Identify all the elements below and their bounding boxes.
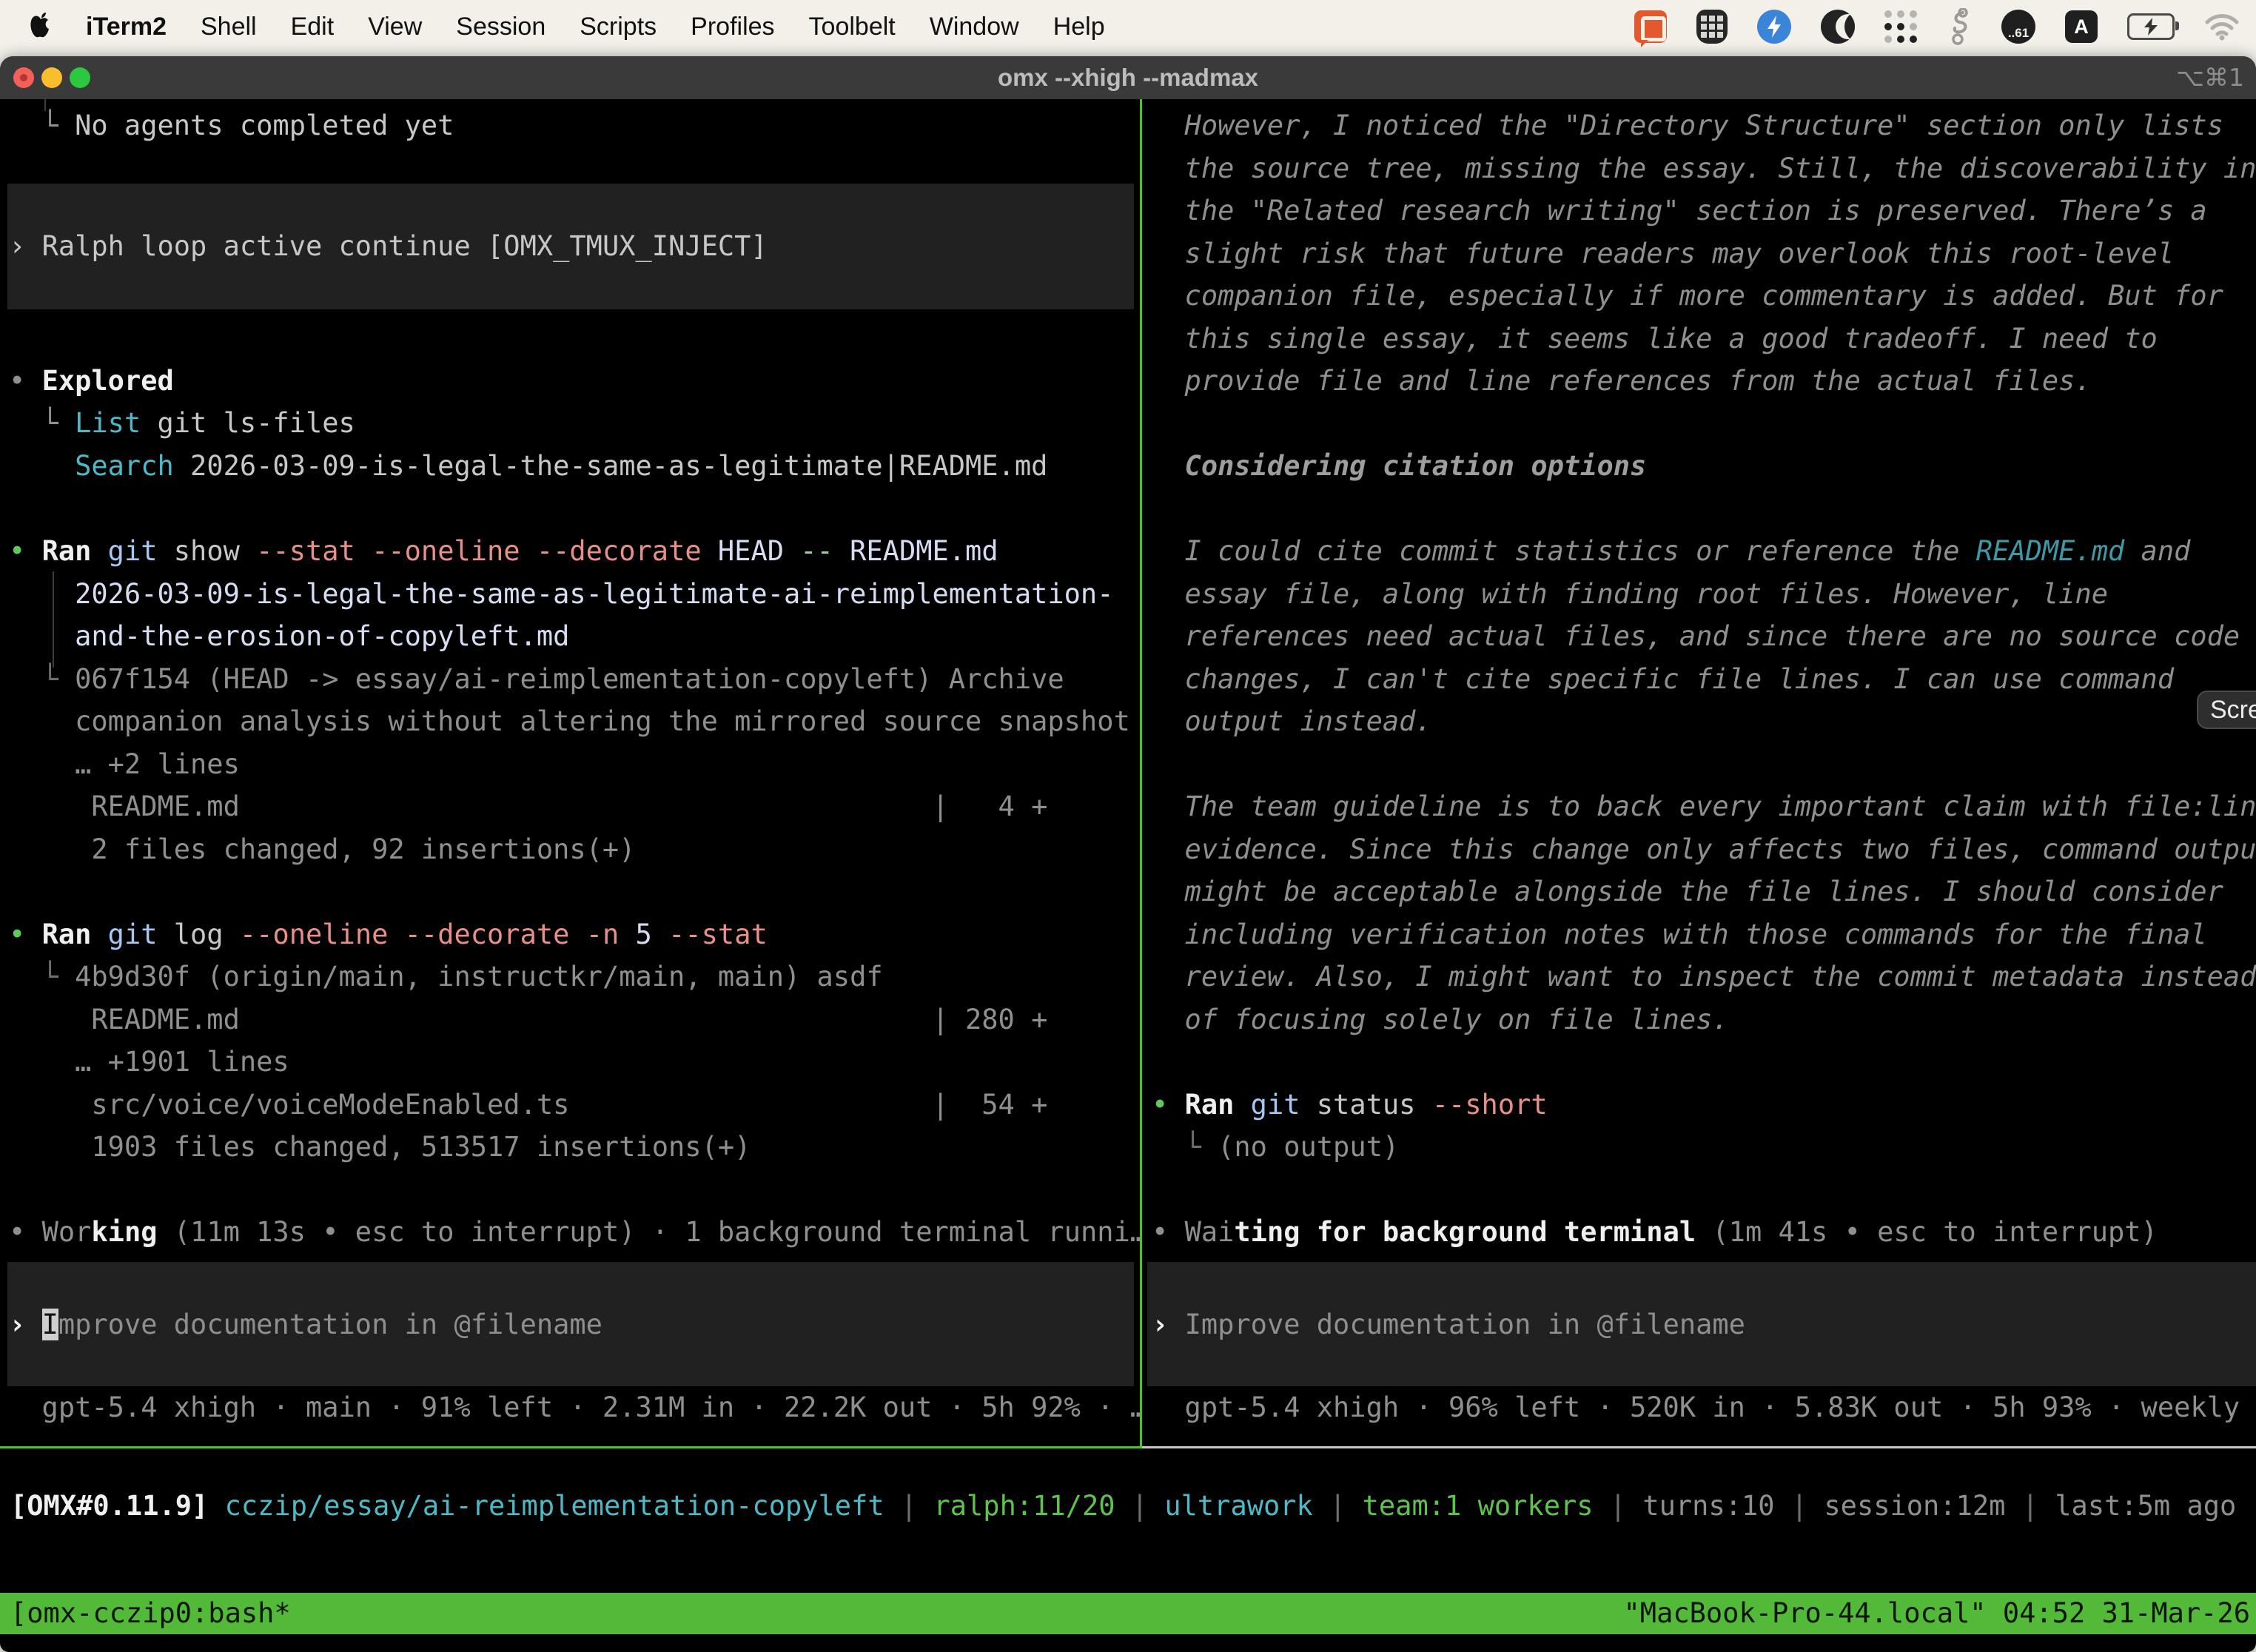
thinking-paragraph-line: might be acceptable alongside the file l…: [1152, 870, 2223, 913]
tmux-session-name: [omx-cczip0:bash*: [10, 1593, 291, 1634]
menu-items: iTerm2 Shell Edit View Session Scripts P…: [86, 13, 1105, 41]
menu-item-profiles[interactable]: Profiles: [691, 13, 774, 41]
thinking-paragraph-line: references need actual files, and since …: [1152, 615, 2240, 658]
menu-item-view[interactable]: View: [368, 13, 422, 41]
agents-status-line: └ No agents completed yet: [9, 104, 454, 147]
ran-git-status-line: • Ran git status --short: [1152, 1084, 1548, 1126]
tmux-host-clock: "MacBook-Pro-44.local" 04:52 31-Mar-26: [1624, 1593, 2250, 1634]
git-show-output-more: … +2 lines: [9, 743, 240, 786]
window-title-bar[interactable]: omx --xhigh --madmax ⌥⌘1: [0, 56, 2256, 99]
menu-bar-status-icons: ..61 A: [1634, 0, 2240, 53]
battery-icon[interactable]: [2127, 13, 2175, 40]
thinking-paragraph-line: slight risk that future readers may over…: [1152, 232, 2174, 275]
git-show-stat-readme: README.md | 4 +: [9, 785, 1047, 828]
git-show-stat-summary: 2 files changed, 92 insertions(+): [9, 828, 635, 871]
left-model-status-line: gpt-5.4 xhigh · main · 91% left · 2.31M …: [9, 1386, 1140, 1429]
thinking-paragraph-line: evidence. Since this change only affects…: [1152, 828, 2256, 871]
git-show-arg-line-2: and-the-erosion-of-copyleft.md: [9, 615, 569, 658]
ralph-loop-line: › Ralph loop active continue [OMX_TMUX_I…: [9, 225, 768, 268]
macos-menu-bar: iTerm2 Shell Edit View Session Scripts P…: [0, 0, 2256, 53]
waiting-status-line: • Waiting for background terminal (1m 41…: [1152, 1211, 2158, 1254]
menu-item-session[interactable]: Session: [456, 13, 545, 41]
git-log-stat-readme: README.md | 280 +: [9, 998, 1047, 1041]
right-model-status-line: gpt-5.4 xhigh · 96% left · 520K in · 5.8…: [1152, 1386, 2256, 1429]
git-log-stat-summary: 1903 files changed, 513517 insertions(+): [9, 1126, 751, 1169]
thinking-paragraph-line: changes, I can't cite specific file line…: [1152, 658, 2174, 701]
chat-app-icon[interactable]: [1634, 10, 1667, 43]
tmux-pane-divider[interactable]: [1140, 99, 1142, 1446]
explored-search-line: Search 2026-03-09-is-legal-the-same-as-l…: [9, 445, 1047, 488]
left-prompt-text[interactable]: › Improve documentation in @filename: [9, 1303, 602, 1346]
right-terminal-pane[interactable]: However, I noticed the "Directory Struct…: [1142, 99, 2256, 1446]
thinking-paragraph-line: essay file, along with finding root file…: [1152, 573, 2108, 616]
git-show-output-commit: └ 067f154 (HEAD -> essay/ai-reimplementa…: [9, 658, 1064, 701]
thinking-paragraph-line: However, I noticed the "Directory Struct…: [1152, 104, 2223, 147]
left-terminal-pane[interactable]: └ No agents completed yet › Ralph loop a…: [0, 99, 1140, 1446]
inactive-pane-border: [1142, 1446, 2256, 1448]
git-log-stat-voice: src/voice/voiceModeEnabled.ts | 54 +: [9, 1084, 1047, 1126]
squiggle-icon[interactable]: [1947, 8, 1972, 45]
git-show-output-message: companion analysis without altering the …: [9, 700, 1130, 743]
crescent-app-icon[interactable]: [1821, 10, 1855, 44]
screen-share-tooltip: Scre: [2197, 691, 2256, 729]
blue-badge-icon[interactable]: [1757, 10, 1791, 44]
iterm2-window: omx --xhigh --madmax ⌥⌘1 └ No agents com…: [0, 56, 2256, 1652]
thinking-paragraph-line: I could cite commit statistics or refere…: [1152, 530, 2190, 573]
thinking-paragraph-line: companion file, especially if more comme…: [1152, 275, 2223, 318]
window-shortcut-badge: ⌥⌘1: [2176, 56, 2244, 99]
window-title: omx --xhigh --madmax: [0, 56, 2256, 99]
wifi-icon[interactable]: [2204, 13, 2240, 41]
git-log-output-more: … +1901 lines: [9, 1041, 289, 1084]
menu-item-iterm2[interactable]: iTerm2: [86, 13, 167, 41]
thinking-paragraph-line: output instead.: [1152, 700, 1432, 743]
active-pane-border: [0, 1446, 1142, 1448]
menu-item-help[interactable]: Help: [1053, 13, 1105, 41]
working-status-line: • Working (11m 13s • esc to interrupt) ·…: [9, 1211, 1140, 1254]
keyboard-layout-icon[interactable]: A: [2065, 10, 2098, 43]
apple-logo-icon[interactable]: [28, 12, 53, 41]
omx-session-status-line: [OMX#0.11.9] cczip/essay/ai-reimplementa…: [10, 1485, 2236, 1528]
shield-grid-icon[interactable]: [1696, 10, 1728, 44]
thinking-paragraph-line: the source tree, missing the essay. Stil…: [1152, 147, 2256, 190]
menu-item-scripts[interactable]: Scripts: [580, 13, 657, 41]
explored-list-line: └ List git ls-files: [9, 402, 355, 445]
menu-item-window[interactable]: Window: [930, 13, 1019, 41]
thinking-paragraph-line: The team guideline is to back every impo…: [1152, 785, 2256, 828]
thinking-paragraph-line: review. Also, I might want to inspect th…: [1152, 956, 2256, 998]
tmux-status-bar: [omx-cczip0:bash* "MacBook-Pro-44.local"…: [0, 1593, 2256, 1634]
menu-item-shell[interactable]: Shell: [201, 13, 257, 41]
git-status-no-output: └ (no output): [1152, 1126, 1399, 1169]
thinking-paragraph-line: this single essay, it seems like a good …: [1152, 318, 2158, 360]
menu-item-edit[interactable]: Edit: [291, 13, 335, 41]
right-prompt-text[interactable]: › Improve documentation in @filename: [1152, 1303, 1745, 1346]
wallet-badge-icon[interactable]: ..61: [2001, 10, 2035, 44]
ran-git-show-line: • Ran git show --stat --oneline --decora…: [9, 530, 998, 573]
thinking-paragraph-line: the "Related research writing" section i…: [1152, 189, 2207, 232]
explored-header-line: • Explored: [9, 360, 174, 403]
ran-git-log-line: • Ran git log --oneline --decorate -n 5 …: [9, 913, 768, 956]
git-log-output-commit: └ 4b9d30f (origin/main, instructkr/main,…: [9, 956, 883, 998]
thinking-paragraph-line: including verification notes with those …: [1152, 913, 2207, 956]
thinking-section-heading: Considering citation options: [1152, 445, 1646, 488]
thinking-paragraph-line: of focusing solely on file lines.: [1152, 998, 1729, 1041]
git-show-arg-line-1: 2026-03-09-is-legal-the-same-as-legitima…: [9, 573, 1113, 616]
menu-item-toolbelt[interactable]: Toolbelt: [809, 13, 896, 41]
thinking-paragraph-line: provide file and line references from th…: [1152, 360, 2092, 403]
dots-grid-icon[interactable]: [1884, 10, 1917, 43]
